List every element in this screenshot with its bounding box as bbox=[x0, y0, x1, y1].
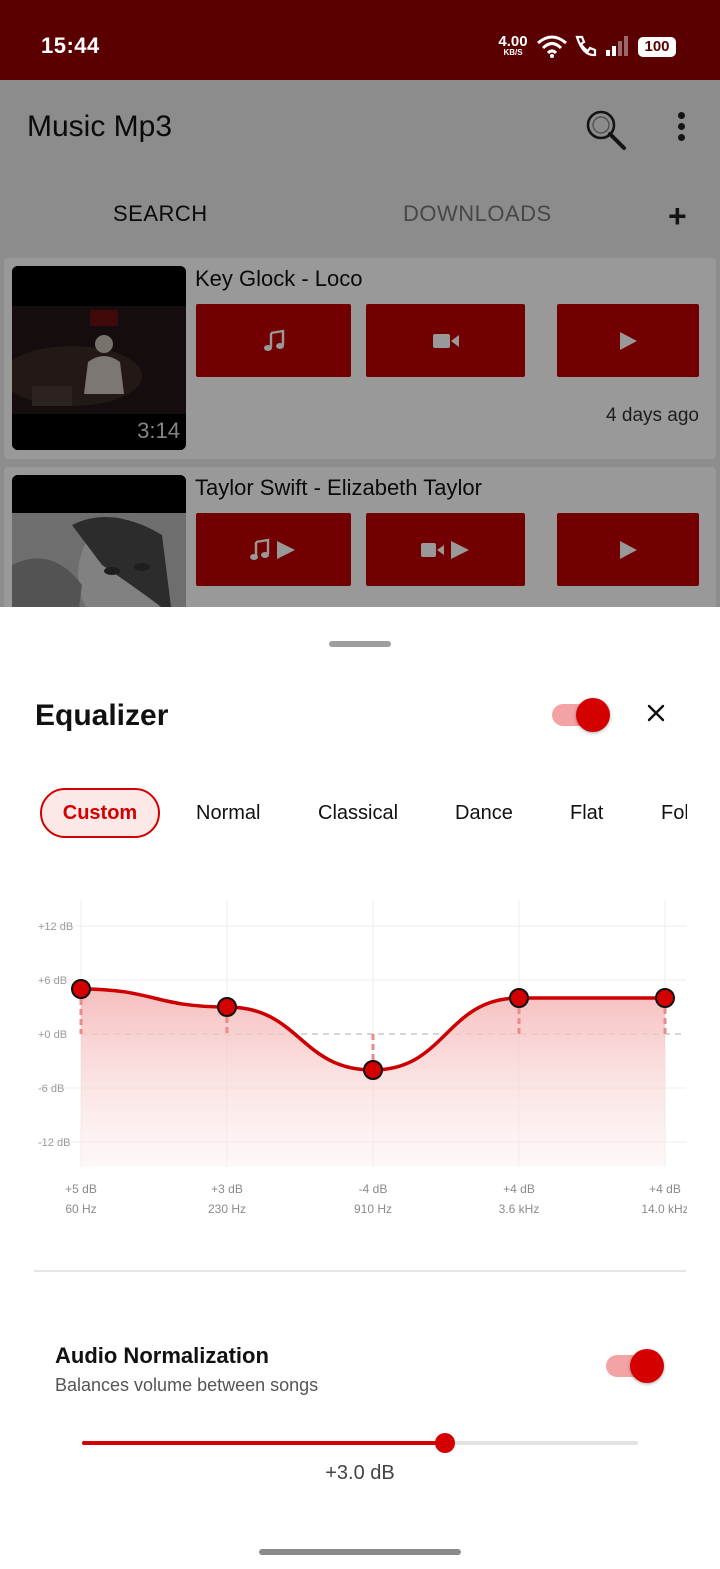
eq-db-tick-label: -12 dB bbox=[38, 1137, 70, 1149]
eq-band-freq-label: 3.6 kHz bbox=[499, 1202, 540, 1216]
equalizer-toggle[interactable] bbox=[552, 698, 610, 732]
preset-list: Custom Normal Classical Dance Flat Folk bbox=[0, 788, 687, 842]
normalization-toggle[interactable] bbox=[606, 1349, 664, 1383]
slider-thumb[interactable] bbox=[435, 1433, 456, 1453]
preset-chip-custom[interactable]: Custom bbox=[40, 788, 160, 838]
normalization-subtitle: Balances volume between songs bbox=[55, 1375, 319, 1395]
signal-icon bbox=[606, 36, 628, 56]
equalizer-title: Equalizer bbox=[35, 699, 169, 732]
close-icon[interactable] bbox=[644, 701, 668, 725]
drag-handle[interactable] bbox=[329, 641, 391, 647]
network-speed-unit: KB/S bbox=[503, 48, 523, 57]
eq-db-tick-label: +12 dB bbox=[38, 921, 73, 933]
home-indicator[interactable] bbox=[259, 1549, 461, 1555]
eq-band-gain-label: +4 dB bbox=[649, 1182, 681, 1196]
preset-chip-dance[interactable]: Dance bbox=[455, 788, 513, 838]
status-bar: 15:44 4.00 KB/S 100 bbox=[0, 0, 720, 80]
eq-band-handle[interactable] bbox=[655, 988, 675, 1008]
eq-band-handle[interactable] bbox=[509, 988, 529, 1008]
section-divider bbox=[34, 1270, 686, 1272]
eq-band-handle[interactable] bbox=[363, 1060, 383, 1080]
eq-band-freq-label: 910 Hz bbox=[354, 1202, 392, 1216]
eq-db-tick-label: +6 dB bbox=[38, 975, 67, 987]
preset-chip-folk[interactable]: Folk bbox=[661, 788, 687, 838]
status-time: 15:44 bbox=[41, 33, 100, 58]
network-speed: 4.00 KB/S bbox=[494, 34, 532, 57]
modal-scrim[interactable] bbox=[0, 80, 720, 608]
eq-band-freq-label: 60 Hz bbox=[65, 1202, 96, 1216]
eq-band-handle[interactable] bbox=[217, 997, 237, 1017]
eq-band-gain-label: +3 dB bbox=[211, 1182, 243, 1196]
eq-db-tick-label: -6 dB bbox=[38, 1083, 64, 1095]
preset-chip-normal[interactable]: Normal bbox=[196, 788, 260, 838]
eq-band-gain-label: +4 dB bbox=[503, 1182, 535, 1196]
eq-band-gain-label: -4 dB bbox=[359, 1182, 388, 1196]
eq-db-tick-label: +0 dB bbox=[38, 1029, 67, 1041]
normalization-slider[interactable] bbox=[82, 1433, 638, 1453]
wifi-calling-icon bbox=[575, 35, 597, 57]
normalization-title: Audio Normalization bbox=[55, 1343, 269, 1368]
preset-chip-flat[interactable]: Flat bbox=[570, 788, 603, 838]
preset-chip-classical[interactable]: Classical bbox=[318, 788, 398, 838]
eq-band-freq-label: 14.0 kHz bbox=[641, 1202, 688, 1216]
network-speed-value: 4.00 bbox=[498, 33, 528, 50]
eq-band-handle[interactable] bbox=[71, 979, 91, 999]
eq-band-freq-label: 230 Hz bbox=[208, 1202, 246, 1216]
slider-fill bbox=[82, 1441, 446, 1445]
wifi-icon bbox=[537, 35, 567, 58]
normalization-value: +3.0 dB bbox=[325, 1462, 395, 1484]
battery-icon: 100 bbox=[638, 37, 676, 57]
eq-band-gain-label: +5 dB bbox=[65, 1182, 97, 1196]
equalizer-graph: +12 dB +6 dB +0 dB -6 dB -12 dB +5 dB 60 Hz +3… bbox=[38, 900, 688, 1216]
